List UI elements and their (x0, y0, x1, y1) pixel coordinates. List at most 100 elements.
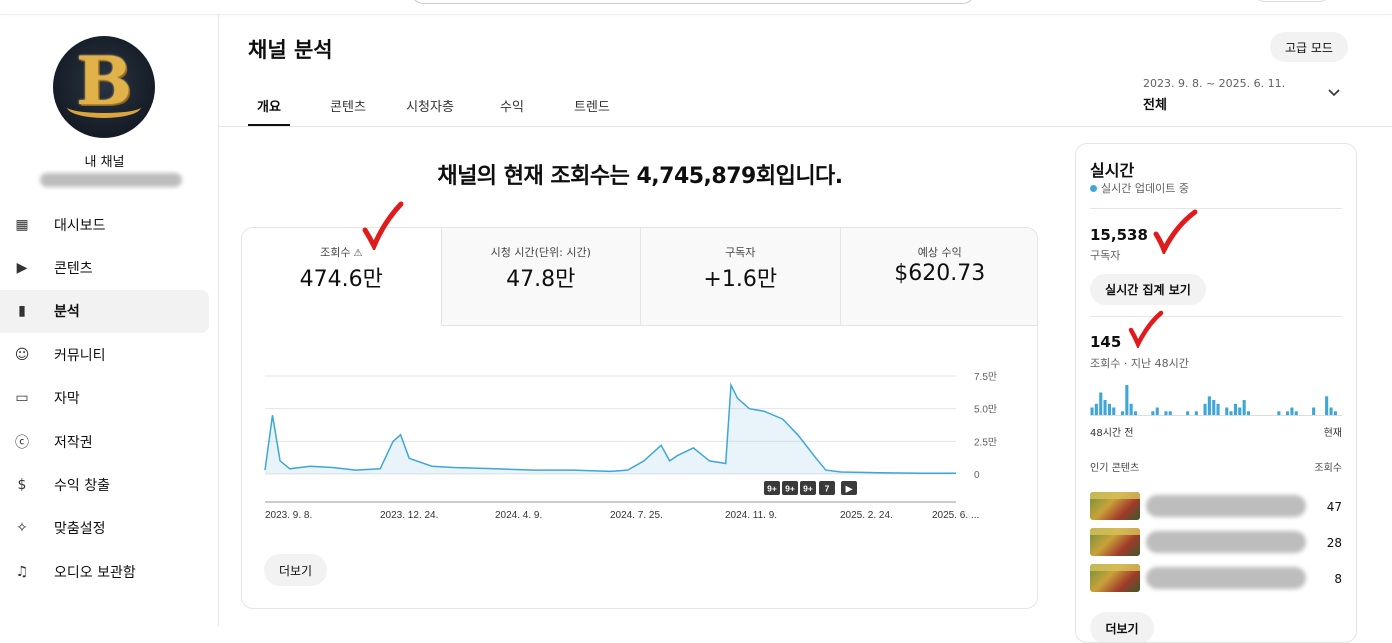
tab[interactable]: 수익 (499, 88, 525, 127)
popular-metric-header: 조회수 (1314, 459, 1342, 474)
metric-tile[interactable]: 예상 수익$620.73 (840, 228, 1039, 326)
tab[interactable]: 시청자층 (405, 88, 455, 127)
video-title-redacted (1146, 495, 1306, 517)
sidebar-item[interactable]: ☺커뮤니티 (0, 333, 209, 376)
x-tick-label: 2023. 9. 8. (265, 510, 312, 521)
x-tick-label: 2024. 11. 9. (725, 510, 777, 521)
channel-avatar[interactable]: B (53, 36, 155, 138)
timeline-marker[interactable]: 9+ (764, 481, 780, 495)
sidebar-item[interactable]: ▮분석 (0, 290, 209, 333)
realtime-divider (1090, 208, 1342, 209)
realtime-bar (1230, 411, 1233, 415)
sidebar-item[interactable]: $수익 창출 (0, 463, 209, 506)
subscriber-label: 구독자 (1090, 247, 1120, 263)
timeline-marker[interactable]: 9+ (800, 481, 816, 495)
realtime-bar (1234, 404, 1237, 415)
realtime-counts-button[interactable]: 실시간 집계 보기 (1090, 274, 1206, 305)
tab[interactable]: 개요 (248, 88, 290, 127)
popular-view-count: 47 (1327, 500, 1342, 514)
popular-view-count: 8 (1334, 572, 1342, 586)
date-range-select[interactable]: 전체 (1143, 94, 1167, 113)
realtime-bar (1225, 408, 1228, 416)
chevron-down-icon[interactable] (1327, 86, 1341, 102)
sidebar-nav: ▦ 대시보드 ▶콘텐츠▮분석☺커뮤니티▭자막 ⓒ 저작권 $수익 창출✧맞춤설정♫오디오 … (0, 203, 209, 594)
top-right-button[interactable] (1252, 0, 1332, 2)
x-tick-label: 2024. 7. 25. (610, 510, 663, 521)
metric-label-text: 예상 수익 (918, 246, 962, 259)
video-thumbnail[interactable] (1090, 564, 1140, 592)
customization-icon: ✧ (13, 519, 31, 537)
realtime-bar (1290, 408, 1293, 416)
realtime-more-button[interactable]: 더보기 (1090, 612, 1154, 643)
sidebar-item-label: 저작권 (54, 432, 93, 452)
check-mark-annotation (1152, 208, 1198, 254)
popular-content-row[interactable]: 47 (1090, 492, 1342, 522)
realtime-bar (1325, 396, 1328, 415)
sidebar-item-label: 커뮤니티 (54, 345, 106, 365)
tab[interactable]: 콘텐츠 (329, 88, 367, 127)
realtime-bar (1330, 408, 1333, 416)
metric-value: +1.6만 (641, 261, 840, 293)
channel-label: 내 채널 (0, 151, 209, 170)
thumbnail-banner (1090, 492, 1140, 499)
sidebar-item-label: 대시보드 (54, 215, 106, 235)
popular-view-count: 28 (1327, 536, 1342, 550)
realtime-bar (1204, 404, 1207, 415)
y-tick-label: 5.0만 (974, 404, 997, 416)
realtime-bar (1099, 393, 1102, 416)
popular-content-header: 인기 콘텐츠 (1090, 459, 1139, 474)
realtime-bar (1243, 400, 1246, 415)
realtime-bar (1121, 411, 1124, 415)
metric-tile[interactable]: 시청 시간(단위: 시간)47.8만 (441, 228, 641, 326)
check-mark-annotation (1128, 310, 1164, 348)
y-tick-label: 0 (974, 470, 980, 481)
realtime-bar (1095, 404, 1098, 415)
views-48h-label: 조회수 · 지난 48시간 (1090, 355, 1189, 371)
tab-divider (219, 126, 1392, 127)
dashboard-icon: ▦ (13, 216, 31, 234)
thumbnail-banner (1090, 528, 1140, 535)
metric-label-text: 조회수 (320, 246, 350, 259)
timeline-marker[interactable]: 7 (819, 481, 835, 495)
views-48h-count: 145 (1090, 333, 1121, 351)
page-title: 채널 분석 (248, 34, 333, 64)
sidebar-item-label: 자막 (54, 388, 80, 408)
metric-tile[interactable]: 조회수⚠474.6만 (242, 228, 441, 326)
audio-library-icon: ♫ (13, 563, 31, 581)
x-tick-label: 2024. 4. 9. (495, 510, 542, 521)
popular-content-row[interactable]: 8 (1090, 564, 1342, 594)
popular-content-row[interactable]: 28 (1090, 528, 1342, 558)
tab[interactable]: 트렌드 (573, 88, 611, 127)
metric-label: 예상 수익 (841, 244, 1039, 260)
copyright-icon: ⓒ (13, 433, 31, 451)
sidebar-item[interactable]: ▶콘텐츠 (0, 246, 209, 289)
more-button[interactable]: 더보기 (264, 554, 327, 586)
metric-value: 474.6만 (242, 261, 441, 293)
video-thumbnail[interactable] (1090, 492, 1140, 520)
realtime-bar (1169, 411, 1172, 415)
realtime-bar (1156, 408, 1159, 416)
x-tick-label: 2025. 6. ... (932, 510, 979, 521)
sidebar-item[interactable]: ⓒ 저작권 (0, 420, 209, 463)
sidebar-item[interactable]: ▭자막 (0, 377, 209, 420)
metric-label-text: 시청 시간(단위: 시간) (491, 246, 591, 259)
timeline-marker[interactable]: ▶ (841, 481, 857, 495)
x-tick-label: 2025. 2. 24. (840, 510, 893, 521)
search-box[interactable] (410, 0, 976, 4)
sidebar-item-label: 수익 창출 (54, 475, 110, 495)
sidebar-item[interactable]: ✧맞춤설정 (0, 507, 209, 550)
realtime-bar (1334, 411, 1337, 415)
advanced-mode-button[interactable]: 고급 모드 (1270, 32, 1348, 62)
timeline-marker[interactable]: 9+ (782, 481, 798, 495)
realtime-bar (1217, 404, 1220, 415)
sidebar-item[interactable]: ▦ 대시보드 (0, 203, 209, 246)
sidebar-item[interactable]: ♫오디오 보관함 (0, 550, 209, 593)
realtime-bar (1295, 411, 1298, 415)
realtime-bar (1108, 404, 1111, 415)
metric-tile[interactable]: 구독자+1.6만 (640, 228, 840, 326)
check-mark-annotation (362, 200, 404, 250)
realtime-bar (1312, 408, 1315, 416)
avatar-logo-swoosh (67, 96, 141, 118)
video-thumbnail[interactable] (1090, 528, 1140, 556)
metric-label: 시청 시간(단위: 시간) (442, 244, 641, 260)
